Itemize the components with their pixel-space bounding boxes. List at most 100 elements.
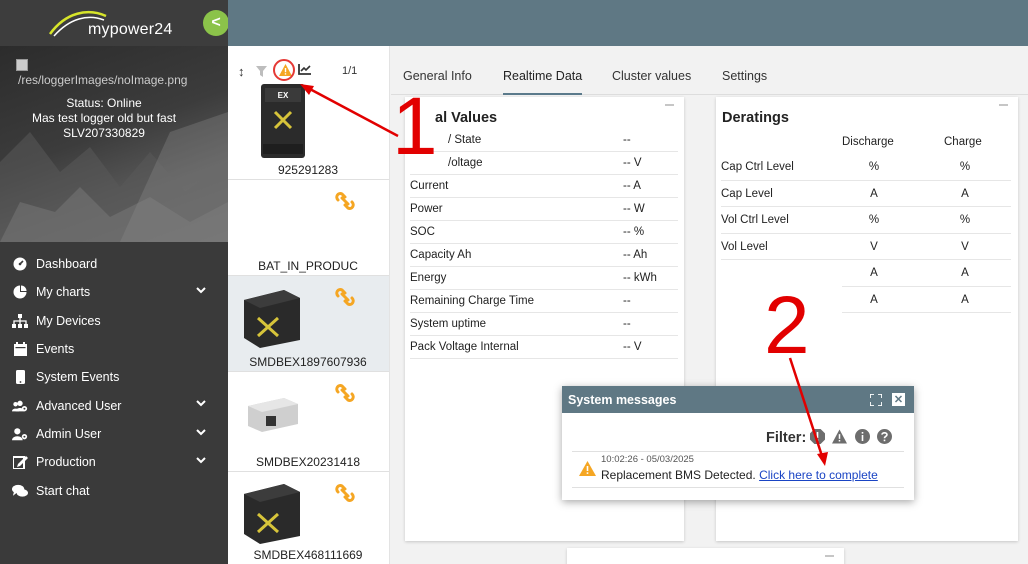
message-filter-row: Filter:: [562, 428, 902, 448]
divider: [572, 451, 904, 452]
sitemap-icon: [12, 313, 28, 328]
collapse-sidebar-button[interactable]: <: [203, 10, 229, 36]
detail-tabs: General Info Realtime Data Cluster value…: [391, 57, 1028, 95]
sidebar-nav: Dashboard My charts My Devices Events Sy…: [0, 250, 228, 505]
value-reading: --: [623, 134, 631, 146]
unlink-icon[interactable]: [334, 190, 356, 212]
system-messages-dialog: System messages ✕ Filter: 10:02:26 - 05/…: [562, 386, 914, 500]
logger-profile: /res/loggerImages/noImage.png Status: On…: [0, 46, 228, 242]
sidebar-item-advanced-user[interactable]: Advanced User: [0, 391, 228, 419]
warning-filter-icon[interactable]: [832, 429, 847, 444]
derating-discharge: A: [870, 267, 878, 279]
sidebar-item-start-chat[interactable]: Start chat: [0, 476, 228, 504]
tab-cluster-values[interactable]: Cluster values: [612, 69, 691, 93]
value-reading: -- kWh: [623, 272, 657, 284]
unlink-icon[interactable]: [334, 482, 356, 504]
page-indicator: 1/1: [342, 65, 358, 77]
device-label: BAT_IN_PRODUC: [258, 259, 358, 273]
message-timestamp: 10:02:26 - 05/03/2025: [601, 454, 694, 465]
tab-realtime-data[interactable]: Realtime Data: [503, 69, 583, 95]
sidebar-item-my-charts[interactable]: My charts: [0, 278, 228, 306]
sidebar-item-label: Production: [36, 455, 96, 470]
mobile-icon: [12, 370, 28, 385]
logger-name: Mas test logger old but fast: [31, 111, 177, 125]
error-filter-icon[interactable]: [810, 429, 825, 444]
dashboard-gauge-icon: [12, 257, 28, 271]
logo-text[interactable]: mypower24: [88, 21, 173, 39]
dialog-title: System messages: [568, 393, 677, 407]
line-chart-icon[interactable]: [298, 64, 311, 75]
unlink-icon[interactable]: [334, 286, 356, 308]
derating-charge: A: [961, 267, 969, 279]
value-reading: --: [623, 295, 631, 307]
minimize-icon[interactable]: [825, 555, 834, 557]
sidebar-item-my-devices[interactable]: My Devices: [0, 307, 228, 335]
derating-row: A A: [842, 260, 1011, 287]
value-label: Pack Voltage Internal: [410, 341, 519, 353]
complete-replacement-link[interactable]: Click here to complete: [759, 468, 878, 482]
value-label: System uptime: [410, 318, 487, 330]
users-cog-icon: [12, 399, 28, 413]
derating-label: Vol Ctrl Level: [721, 214, 789, 226]
filter-label: Filter:: [766, 430, 807, 446]
logger-image-broken: /res/loggerImages/noImage.png: [16, 59, 226, 87]
value-row: /oltage -- V: [410, 152, 678, 175]
broken-image-icon: [16, 59, 28, 71]
column-header-discharge: Discharge: [842, 136, 894, 148]
sidebar-item-admin-user[interactable]: Admin User: [0, 420, 228, 448]
sidebar-item-events[interactable]: Events: [0, 335, 228, 363]
derating-charge: V: [961, 240, 969, 253]
annotation-number-2: 2: [764, 280, 810, 371]
tab-settings[interactable]: Settings: [722, 69, 767, 93]
minimize-icon[interactable]: [999, 104, 1008, 106]
derating-row: Vol Level V V: [721, 234, 1011, 260]
value-label: Remaining Charge Time: [410, 295, 535, 307]
collapsed-card: [567, 548, 844, 564]
device-label: SMDBEX1897607936: [249, 355, 367, 369]
sidebar-item-system-events[interactable]: System Events: [0, 363, 228, 391]
sort-icon[interactable]: ↕: [238, 64, 245, 79]
value-row: Remaining Charge Time --: [410, 290, 678, 313]
logger-status: Status: Online: [66, 96, 142, 110]
value-row: Capacity Ah -- Ah: [410, 244, 678, 267]
value-row: Energy -- kWh: [410, 267, 678, 290]
derating-discharge: %: [868, 161, 880, 173]
derating-label: Vol Level: [721, 240, 768, 253]
sidebar: mypower24 < /res/loggerImages/noImage.pn…: [0, 0, 229, 564]
comments-icon: [12, 484, 28, 498]
message-body: Replacement BMS Detected.: [601, 468, 756, 482]
dialog-header[interactable]: System messages ✕: [562, 386, 914, 413]
device-item[interactable]: EX 925291283: [228, 84, 389, 180]
logger-image-alt: /res/loggerImages/noImage.png: [18, 73, 188, 87]
sidebar-item-production[interactable]: Production: [0, 448, 228, 476]
help-filter-icon[interactable]: [877, 429, 892, 444]
device-item[interactable]: SMDBEX468111669: [228, 472, 389, 564]
battery-box-image: [244, 290, 300, 348]
device-label: 925291283: [277, 163, 339, 177]
device-label: SMDBEX20231418: [255, 455, 361, 469]
svg-text:EX: EX: [278, 91, 289, 100]
close-button[interactable]: ✕: [892, 393, 905, 406]
device-item[interactable]: SMDBEX20231418: [228, 372, 389, 472]
filter-icon[interactable]: [256, 66, 267, 77]
derating-discharge: A: [870, 293, 878, 306]
edit-icon: [12, 455, 28, 470]
derating-charge: A: [961, 293, 969, 306]
ex-inverter-image: EX: [261, 84, 305, 158]
device-item[interactable]: BAT_IN_PRODUC: [228, 180, 389, 276]
calendar-icon: [12, 342, 28, 357]
sidebar-item-dashboard[interactable]: Dashboard: [0, 250, 228, 278]
device-item[interactable]: SMDBEX1897607936: [228, 276, 389, 372]
info-filter-icon[interactable]: [855, 429, 870, 444]
chevron-down-icon: [196, 429, 206, 436]
logger-serial: SLV207330829: [63, 126, 145, 140]
chevron-down-icon: [196, 400, 206, 407]
expand-icon[interactable]: [870, 394, 882, 406]
derating-row: Vol Ctrl Level % %: [721, 207, 1011, 234]
logo-bar: mypower24 <: [0, 0, 229, 46]
warning-highlight-circle: [273, 59, 295, 81]
card-title: al Values: [435, 110, 498, 126]
unlink-icon[interactable]: [334, 382, 356, 404]
minimize-icon[interactable]: [665, 104, 674, 106]
value-reading: -- V: [623, 341, 642, 353]
